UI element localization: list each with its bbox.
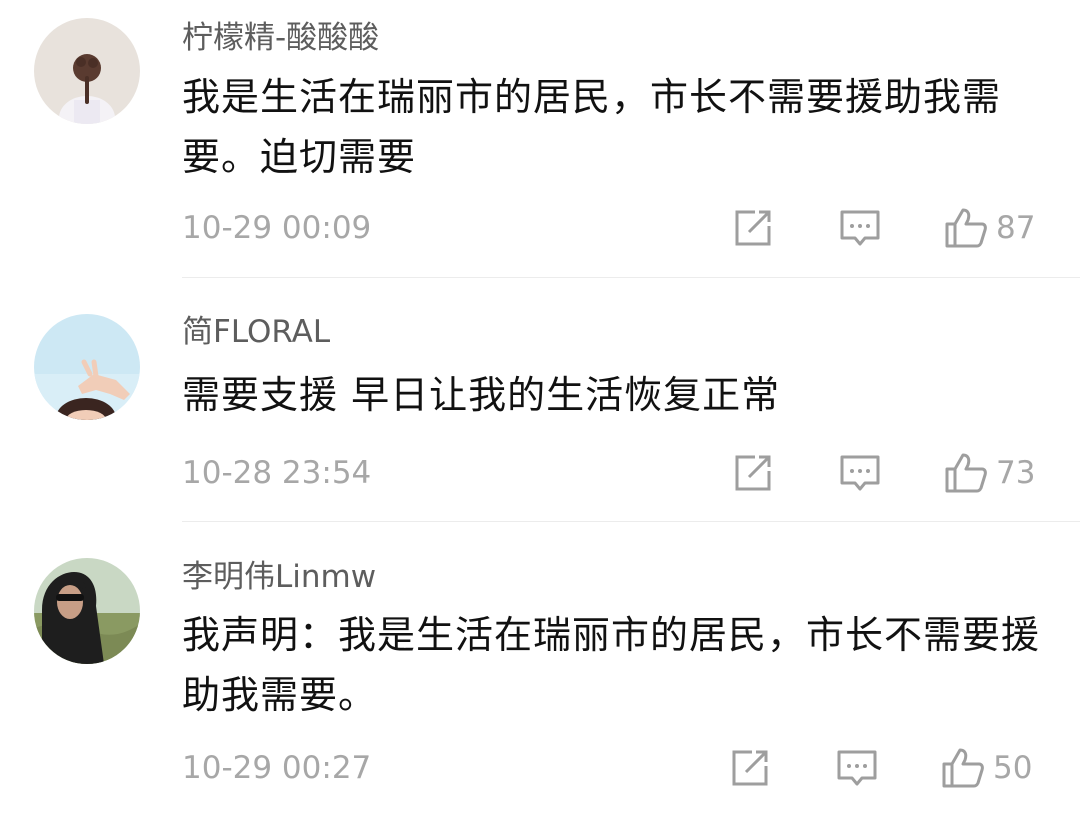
comment-icon: [837, 750, 877, 786]
username[interactable]: 李明伟Linmw: [182, 557, 376, 597]
share-icon: [732, 750, 768, 786]
like-count: 50: [993, 750, 1033, 786]
comment-timestamp: 10-29 00:27: [182, 750, 372, 786]
share-button[interactable]: [730, 748, 770, 788]
like-button[interactable]: 50: [941, 746, 1032, 790]
comment-text: 我声明：我是生活在瑞丽市的居民，市长不需要援助我需要。: [182, 613, 1041, 717]
comment-item: 李明伟Linmw 我声明：我是生活在瑞丽市的居民，市长不需要援助我需要。 10-…: [0, 0, 1080, 817]
avatar[interactable]: [34, 558, 140, 664]
reply-button[interactable]: [836, 748, 878, 788]
thumbs-up-icon: [942, 748, 984, 788]
avatar-man-sunglasses-hood-icon: [34, 558, 140, 664]
